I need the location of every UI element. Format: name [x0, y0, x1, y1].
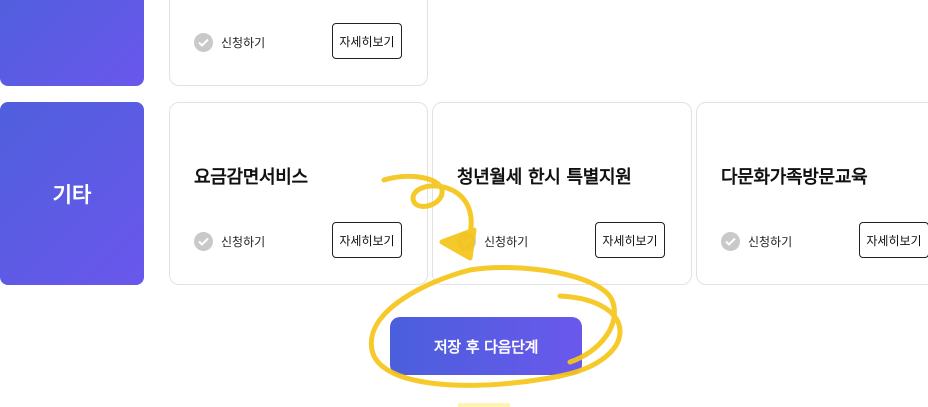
card-title: 청년월세 한시 특별지원 [457, 167, 632, 188]
card-title: 요금감면서비스 [194, 167, 308, 188]
service-card-2: 청년월세 한시 특별지원 신청하기 자세히보기 [432, 102, 692, 285]
apply-checkbox[interactable]: 신청하기 [194, 33, 265, 52]
apply-label: 신청하기 [484, 235, 529, 249]
apply-checkbox[interactable]: 신청하기 [721, 232, 792, 251]
category-label-other: 기타 [52, 182, 92, 207]
check-circle-icon [194, 33, 213, 52]
apply-label: 신청하기 [221, 235, 266, 249]
apply-label: 신청하기 [221, 36, 266, 50]
service-card-3: 다문화가족방문교육 신청하기 자세히보기 [696, 102, 928, 285]
detail-button[interactable]: 자세히보기 [332, 222, 402, 258]
apply-label: 신청하기 [748, 235, 793, 249]
category-block-top [0, 0, 144, 86]
card-title: 다문화가족방문교육 [721, 167, 868, 188]
service-card-1: 요금감면서비스 신청하기 자세히보기 [169, 102, 428, 285]
check-circle-icon [194, 232, 213, 251]
save-next-button[interactable]: 저장 후 다음단계 [390, 317, 582, 375]
service-card-top: 신청하기 자세히보기 [169, 0, 428, 86]
detail-button[interactable]: 자세히보기 [859, 222, 928, 258]
apply-checkbox[interactable]: 신청하기 [194, 232, 265, 251]
detail-button[interactable]: 자세히보기 [595, 222, 665, 258]
category-block-other: 기타 [0, 102, 144, 285]
detail-button[interactable]: 자세히보기 [332, 23, 402, 59]
check-circle-icon [721, 232, 740, 251]
check-circle-icon [457, 232, 476, 251]
apply-checkbox[interactable]: 신청하기 [457, 232, 528, 251]
